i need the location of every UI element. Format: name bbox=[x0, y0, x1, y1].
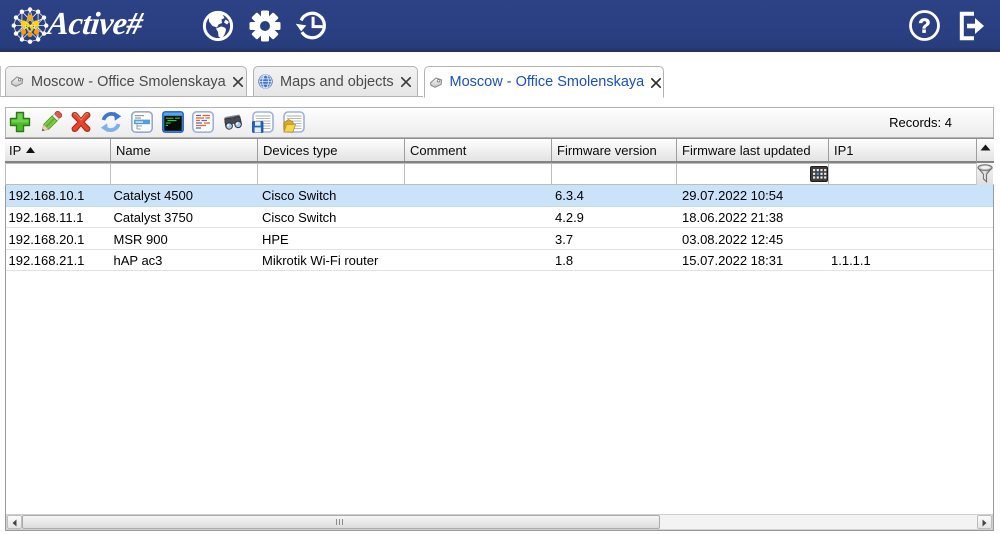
svg-text:?: ? bbox=[918, 16, 930, 38]
